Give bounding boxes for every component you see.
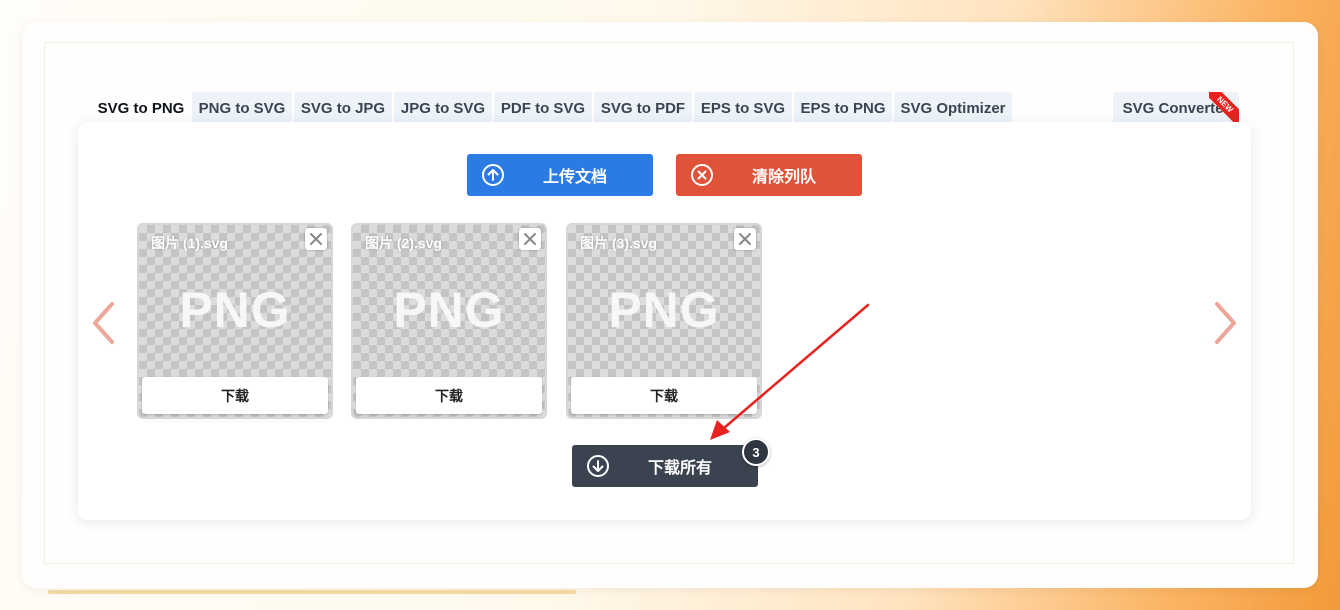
- tab-png-to-svg[interactable]: PNG to SVG: [192, 92, 292, 124]
- download-button[interactable]: 下载: [356, 377, 542, 414]
- decorative-underline: [48, 590, 576, 594]
- close-icon: [310, 233, 322, 245]
- tab-pdf-to-svg[interactable]: PDF to SVG: [494, 92, 592, 124]
- chevron-left-icon[interactable]: [90, 300, 116, 346]
- tab-svg-optimizer[interactable]: SVG Optimizer: [894, 92, 1012, 124]
- remove-file-button[interactable]: [519, 228, 541, 250]
- new-badge: NEW: [1209, 92, 1239, 122]
- download-button[interactable]: 下载: [142, 377, 328, 414]
- tab-jpg-to-svg[interactable]: JPG to SVG: [394, 92, 492, 124]
- main-card: SVG to PNG PNG to SVG SVG to JPG JPG to …: [22, 22, 1318, 588]
- output-format-label: PNG: [608, 282, 720, 338]
- tab-eps-to-svg[interactable]: EPS to SVG: [694, 92, 792, 124]
- clear-queue-button[interactable]: 清除列队: [676, 154, 862, 196]
- converter-tabs: SVG to PNG PNG to SVG SVG to JPG JPG to …: [92, 92, 1242, 126]
- file-card: 图片 (2).svg PNG 下载: [351, 223, 547, 419]
- output-format-label: PNG: [393, 282, 505, 338]
- download-all-button[interactable]: 下载所有: [572, 445, 758, 487]
- file-name: 图片 (3).svg: [580, 235, 658, 251]
- clear-x-icon: [691, 164, 713, 186]
- tab-eps-to-png[interactable]: EPS to PNG: [794, 92, 892, 124]
- download-arrow-icon: [587, 455, 609, 477]
- file-name: 图片 (1).svg: [151, 235, 229, 251]
- close-icon: [524, 233, 536, 245]
- converter-panel: 上传文档 清除列队 图片 (1).svg PNG 下载 图片 (2).svg P…: [78, 122, 1251, 520]
- tab-svg-converter[interactable]: SVG Converter NEW: [1113, 92, 1239, 124]
- output-format-label: PNG: [179, 282, 291, 338]
- new-badge-label: NEW: [1209, 92, 1239, 122]
- file-name: 图片 (2).svg: [365, 235, 443, 251]
- upload-arrow-icon: [482, 164, 504, 186]
- file-card: 图片 (3).svg PNG 下载: [566, 223, 762, 419]
- file-card: 图片 (1).svg PNG 下载: [137, 223, 333, 419]
- tab-svg-to-png[interactable]: SVG to PNG: [92, 92, 190, 124]
- file-count-badge: 3: [742, 438, 770, 466]
- chevron-right-icon[interactable]: [1213, 300, 1239, 346]
- tab-svg-to-pdf[interactable]: SVG to PDF: [594, 92, 692, 124]
- tab-svg-to-jpg[interactable]: SVG to JPG: [294, 92, 392, 124]
- download-button[interactable]: 下载: [571, 377, 757, 414]
- upload-button[interactable]: 上传文档: [467, 154, 653, 196]
- close-icon: [739, 233, 751, 245]
- remove-file-button[interactable]: [734, 228, 756, 250]
- remove-file-button[interactable]: [305, 228, 327, 250]
